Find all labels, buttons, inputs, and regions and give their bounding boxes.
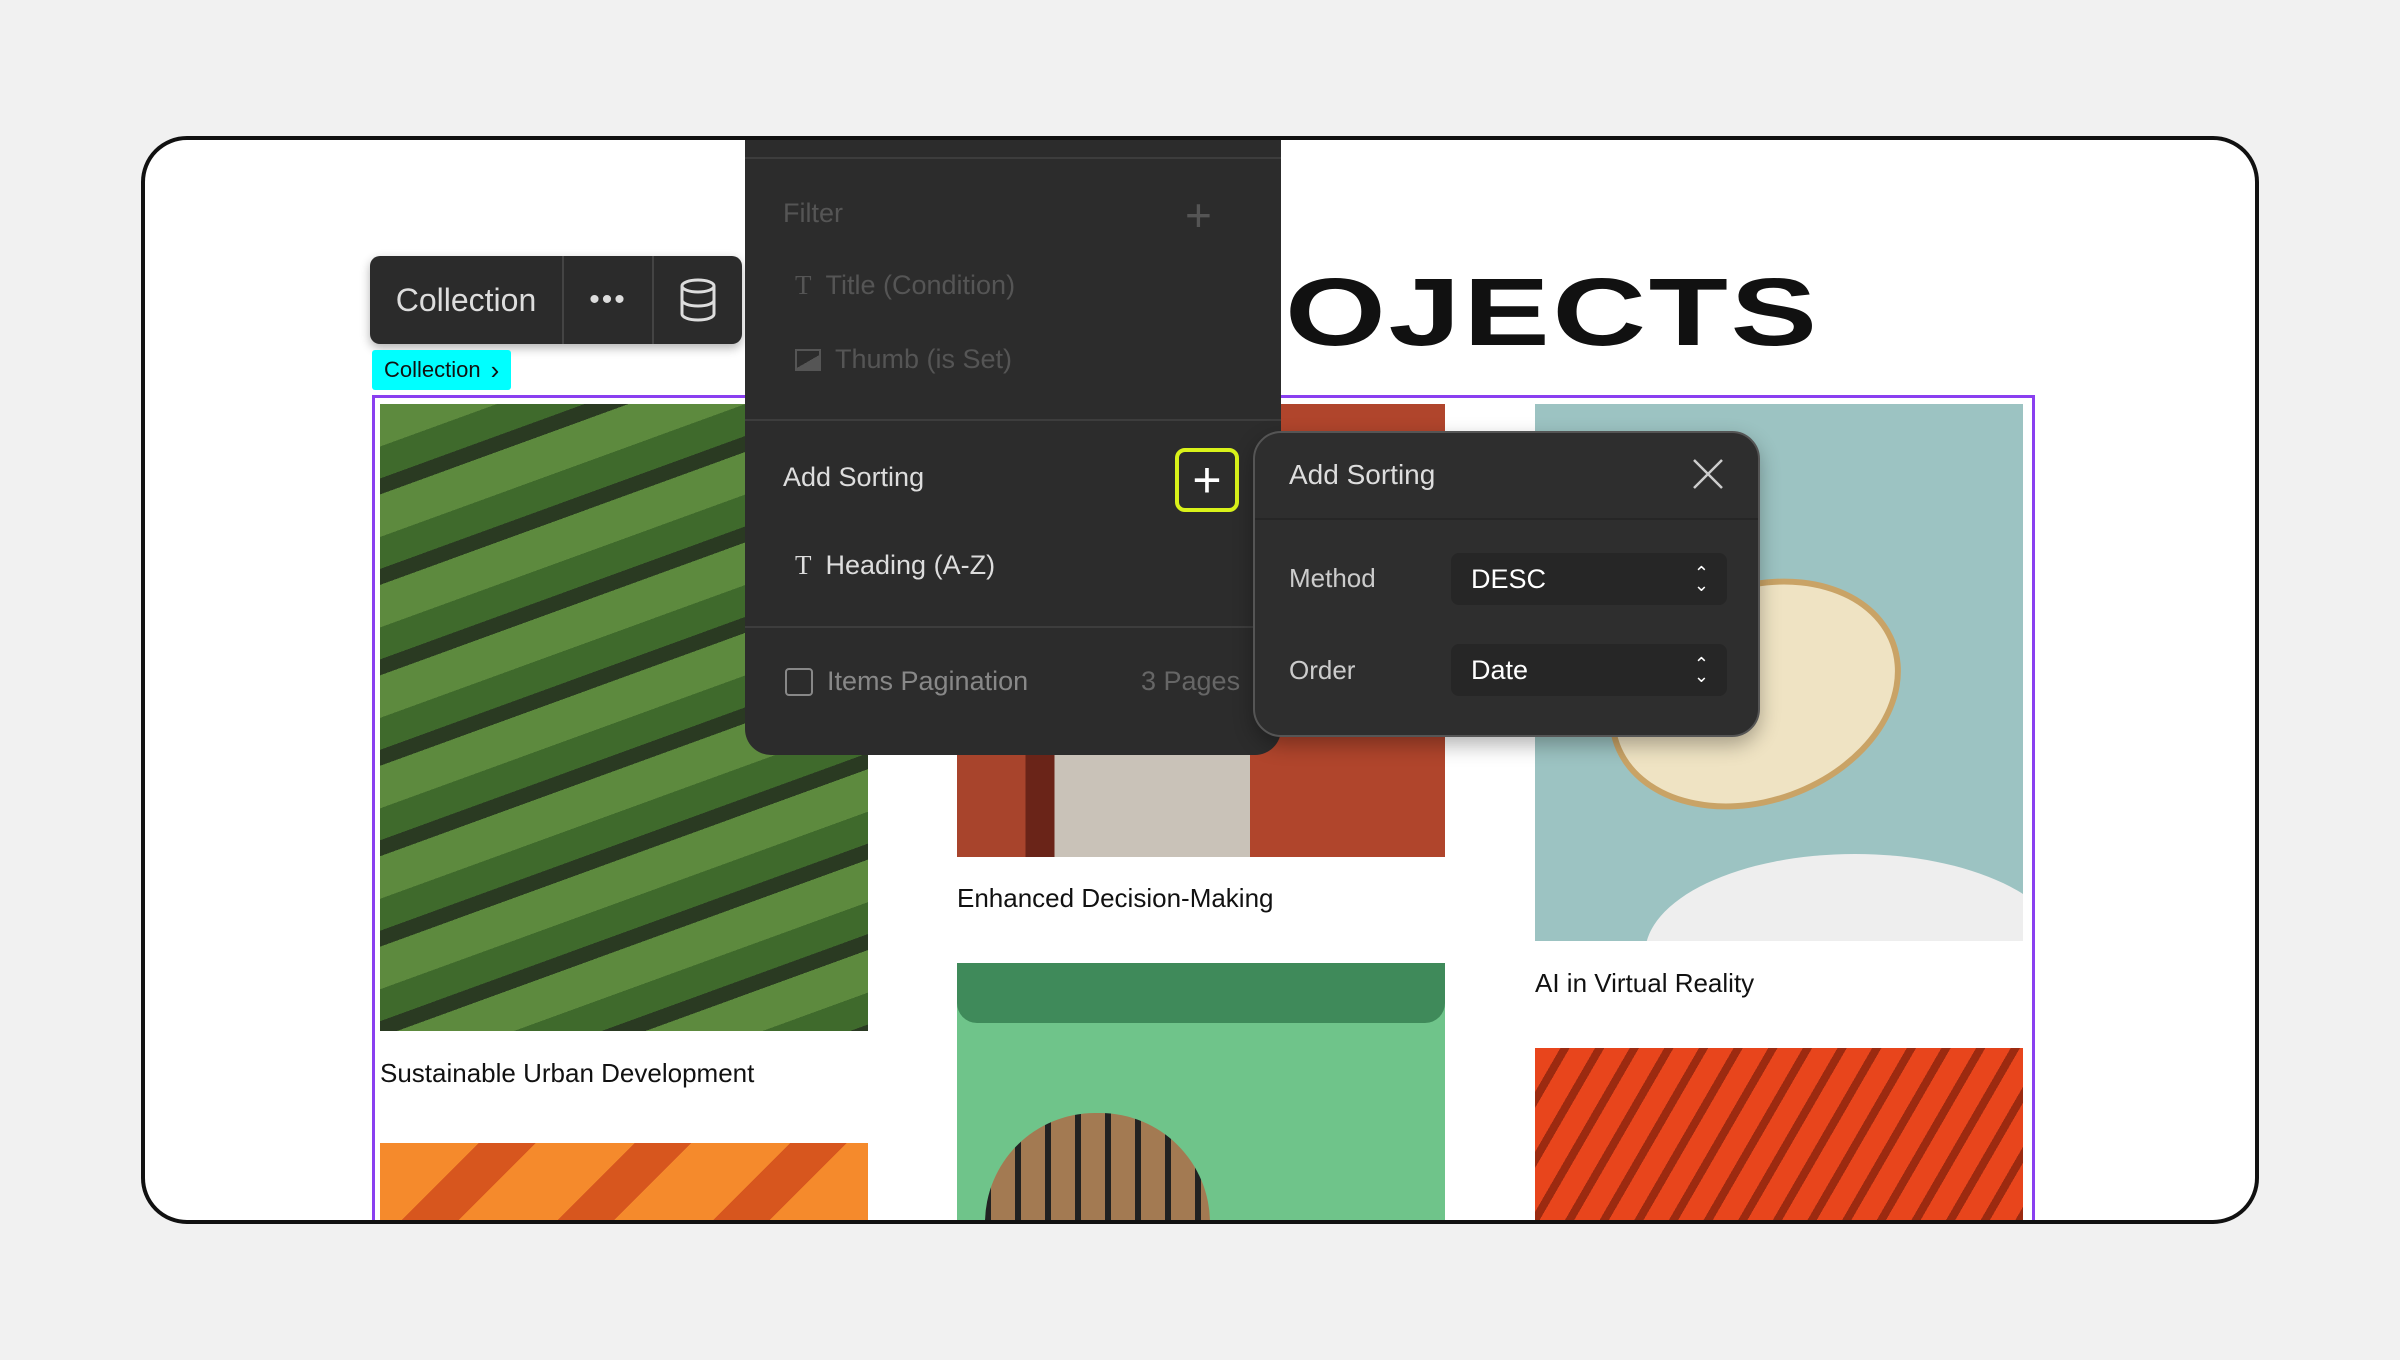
add-sorting-button[interactable]: + [1175,448,1239,512]
more-options-button[interactable]: ••• [564,256,654,344]
database-icon [680,278,716,322]
order-value: Date [1471,654,1529,685]
filter-label: Filter [783,198,843,228]
collection-settings-panel: Filter + T Title (Condition) Thumb (is Se… [745,140,1281,755]
chevron-right-icon: › [490,354,500,385]
add-sorting-popup: Add Sorting Method DESC ⌃ ⌄ Order Date ⌃ ⌄ [1253,431,1760,737]
pagination-label: Items Pagination [827,666,1029,696]
method-select[interactable]: DESC ⌃ ⌄ [1451,553,1727,605]
chevron-up-down-icon: ⌃ ⌄ [1693,563,1709,595]
toolbar-label: Collection [395,281,537,318]
page-title: OJECTS [1285,259,1820,366]
text-icon: T [795,270,812,300]
plus-icon: + [1192,452,1222,508]
filter-header: Filter [783,198,843,229]
popup-title: Add Sorting [1289,459,1436,490]
sorting-label: Add Sorting [783,462,925,492]
text-icon: T [795,550,812,580]
item-caption[interactable]: Enhanced Decision-Making [957,883,1274,914]
filter-item-label: Title (Condition) [825,270,1016,300]
database-button[interactable] [654,256,742,344]
filter-item-label: Thumb (is Set) [835,344,1013,374]
sorting-header: Add Sorting [783,462,924,493]
item-caption[interactable]: Sustainable Urban Development [380,1058,754,1089]
tag-label: Collection [384,357,481,382]
pagination-row[interactable]: Items Pagination [785,666,1028,697]
canvas-frame: OJECTS Sustainable Urban Development Enh… [141,136,2259,1224]
more-icon: ••• [589,283,627,316]
method-value: DESC [1471,563,1547,594]
sorting-item[interactable]: T Heading (A-Z) [795,550,995,581]
pagination-value: 3 Pages [1141,666,1241,696]
filter-item[interactable]: T Title (Condition) [795,270,1015,301]
order-label: Order [1289,655,1356,685]
chevron-up-down-icon: ⌃ ⌄ [1693,654,1709,686]
collection-button[interactable]: Collection [370,256,564,344]
order-select[interactable]: Date ⌃ ⌄ [1451,644,1727,696]
filter-item[interactable]: Thumb (is Set) [795,344,1012,375]
collection-breadcrumb-tag[interactable]: Collection › [372,350,512,390]
item-image-green-wall [957,963,1445,1220]
collection-toolbar: Collection ••• [370,256,742,344]
item-image-orange-slats [1535,1048,2023,1220]
image-icon [795,348,821,371]
item-caption[interactable]: AI in Virtual Reality [1535,968,1754,999]
pagination-checkbox[interactable] [785,667,813,696]
add-filter-icon[interactable]: + [1185,188,1212,242]
item-image-orange [380,1143,868,1220]
close-icon[interactable] [1691,457,1725,491]
sorting-item-label: Heading (A-Z) [825,550,996,580]
method-label: Method [1289,563,1376,593]
